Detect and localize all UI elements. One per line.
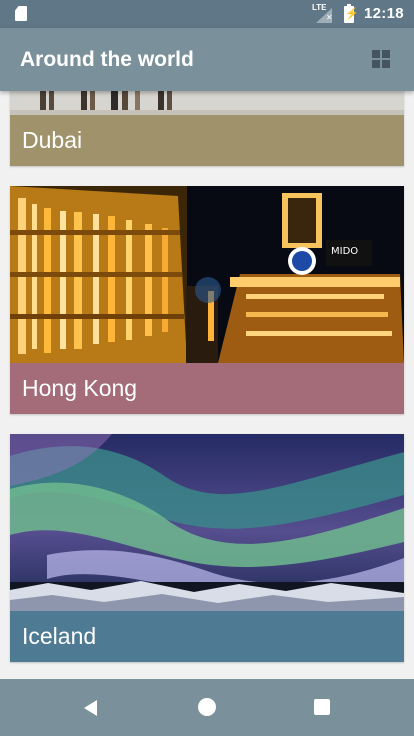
destination-card-dubai[interactable]: Dubai xyxy=(10,91,404,166)
grid-view-button[interactable] xyxy=(365,43,397,75)
back-icon xyxy=(84,700,97,716)
destination-caption: Dubai xyxy=(10,115,404,166)
home-icon xyxy=(198,698,216,716)
destination-image-iceland xyxy=(10,434,404,611)
destination-caption: Iceland xyxy=(10,611,404,662)
status-bar: LTE ✕ ⚡ 12:18 xyxy=(0,0,414,28)
destination-list[interactable]: Dubai MIDO Hong Kong Iceland xyxy=(0,91,414,679)
destination-name: Dubai xyxy=(22,127,83,153)
no-signal-mark: ✕ xyxy=(326,13,333,22)
battery-charging-icon: ⚡ xyxy=(344,4,359,23)
app-screen: LTE ✕ ⚡ 12:18 Around the world Dubai MID… xyxy=(0,0,414,736)
destination-image-hong-kong: MIDO xyxy=(10,186,404,363)
svg-text:MIDO: MIDO xyxy=(331,246,358,257)
app-toolbar: Around the world xyxy=(0,28,414,91)
status-time: 12:18 xyxy=(364,5,404,22)
app-title: Around the world xyxy=(20,48,194,71)
back-button[interactable] xyxy=(81,697,103,719)
destination-name: Hong Kong xyxy=(22,375,138,401)
home-button[interactable] xyxy=(196,696,218,718)
destination-card-iceland[interactable]: Iceland xyxy=(10,434,404,662)
sd-card-icon xyxy=(15,6,27,21)
navigation-bar xyxy=(0,679,414,736)
destination-name: Iceland xyxy=(22,623,97,649)
destination-card-hong-kong[interactable]: MIDO Hong Kong xyxy=(10,186,404,414)
destination-caption: Hong Kong xyxy=(10,363,404,414)
recents-icon xyxy=(314,699,330,715)
destination-image-dubai xyxy=(10,91,404,115)
network-type: LTE xyxy=(312,3,327,12)
grid-view-icon xyxy=(372,50,390,68)
recents-button[interactable] xyxy=(311,696,333,718)
